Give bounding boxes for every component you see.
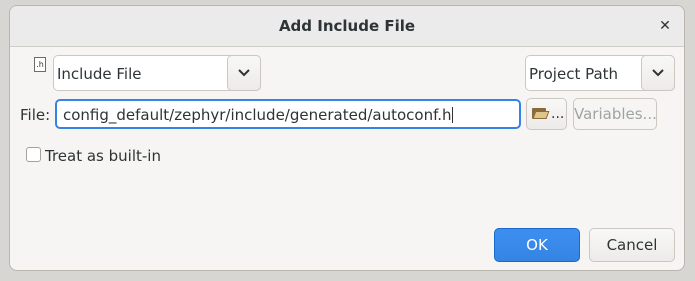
file-path-input[interactable]: config_default/zephyr/include/generated/…: [55, 99, 521, 129]
text-caret: [451, 107, 453, 123]
variables-button[interactable]: Variables...: [573, 98, 657, 130]
folder-open-icon: [532, 108, 546, 119]
chevron-down-icon: [238, 69, 250, 77]
cancel-button[interactable]: Cancel: [589, 228, 675, 262]
include-kind-dropdown-button[interactable]: [227, 55, 261, 91]
file-path-value: config_default/zephyr/include/generated/…: [63, 106, 452, 124]
ok-button[interactable]: OK: [494, 228, 580, 262]
add-include-file-dialog: Add Include File ✕ .h Include File Proje…: [9, 5, 685, 271]
dialog-title: Add Include File: [278, 17, 416, 35]
browse-button[interactable]: ...: [526, 98, 567, 130]
file-label: File:: [20, 106, 51, 124]
titlebar: Add Include File ✕: [10, 6, 684, 47]
treat-as-builtin-label[interactable]: Treat as built-in: [45, 147, 161, 165]
path-type-label: Project Path: [529, 65, 619, 83]
ok-label: OK: [526, 236, 548, 254]
treat-as-builtin-checkbox[interactable]: [26, 147, 41, 162]
include-kind-combo[interactable]: Include File: [53, 55, 261, 91]
browse-label: ...: [551, 106, 565, 122]
close-icon[interactable]: ✕: [655, 16, 675, 36]
path-type-combo[interactable]: Project Path: [525, 55, 675, 91]
path-type-dropdown-button[interactable]: [641, 55, 675, 91]
cancel-label: Cancel: [606, 236, 658, 254]
variables-label: Variables...: [574, 105, 657, 123]
header-file-icon: .h: [34, 57, 46, 72]
chevron-down-icon: [652, 69, 664, 77]
include-kind-label: Include File: [57, 65, 142, 83]
